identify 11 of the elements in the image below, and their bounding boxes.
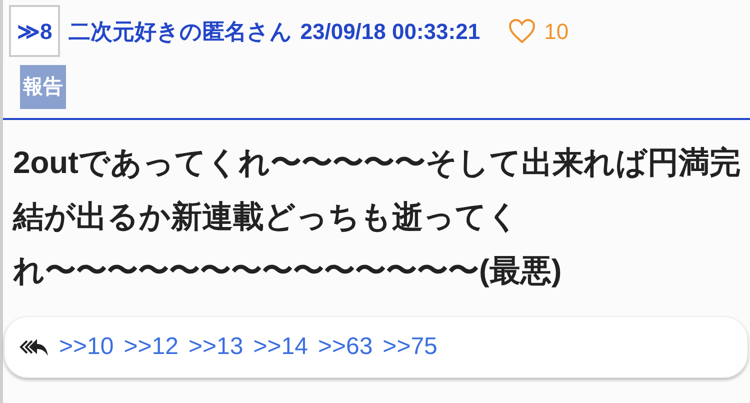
reply-link[interactable]: >>12 xyxy=(124,329,178,365)
author-name: 二次元好きの匿名さん xyxy=(68,18,292,46)
report-button[interactable]: 報告 xyxy=(20,65,66,109)
post-timestamp: 23/09/18 00:33:21 xyxy=(300,18,480,46)
reply-link[interactable]: >>10 xyxy=(59,329,114,365)
reply-link[interactable]: >>63 xyxy=(318,329,373,365)
reply-link[interactable]: >>14 xyxy=(253,329,308,365)
reply-link[interactable]: >>13 xyxy=(188,329,244,365)
post-number-link[interactable]: ≫8 xyxy=(9,5,60,57)
post-body: 2outであってくれ〜〜〜〜〜そして出来れば円満完結が出るか新連載どっちも逝ってくれ〜〜〜〜〜〜〜〜〜〜〜〜〜〜(最悪) xyxy=(11,144,742,290)
reply-link[interactable]: >>75 xyxy=(382,329,438,365)
